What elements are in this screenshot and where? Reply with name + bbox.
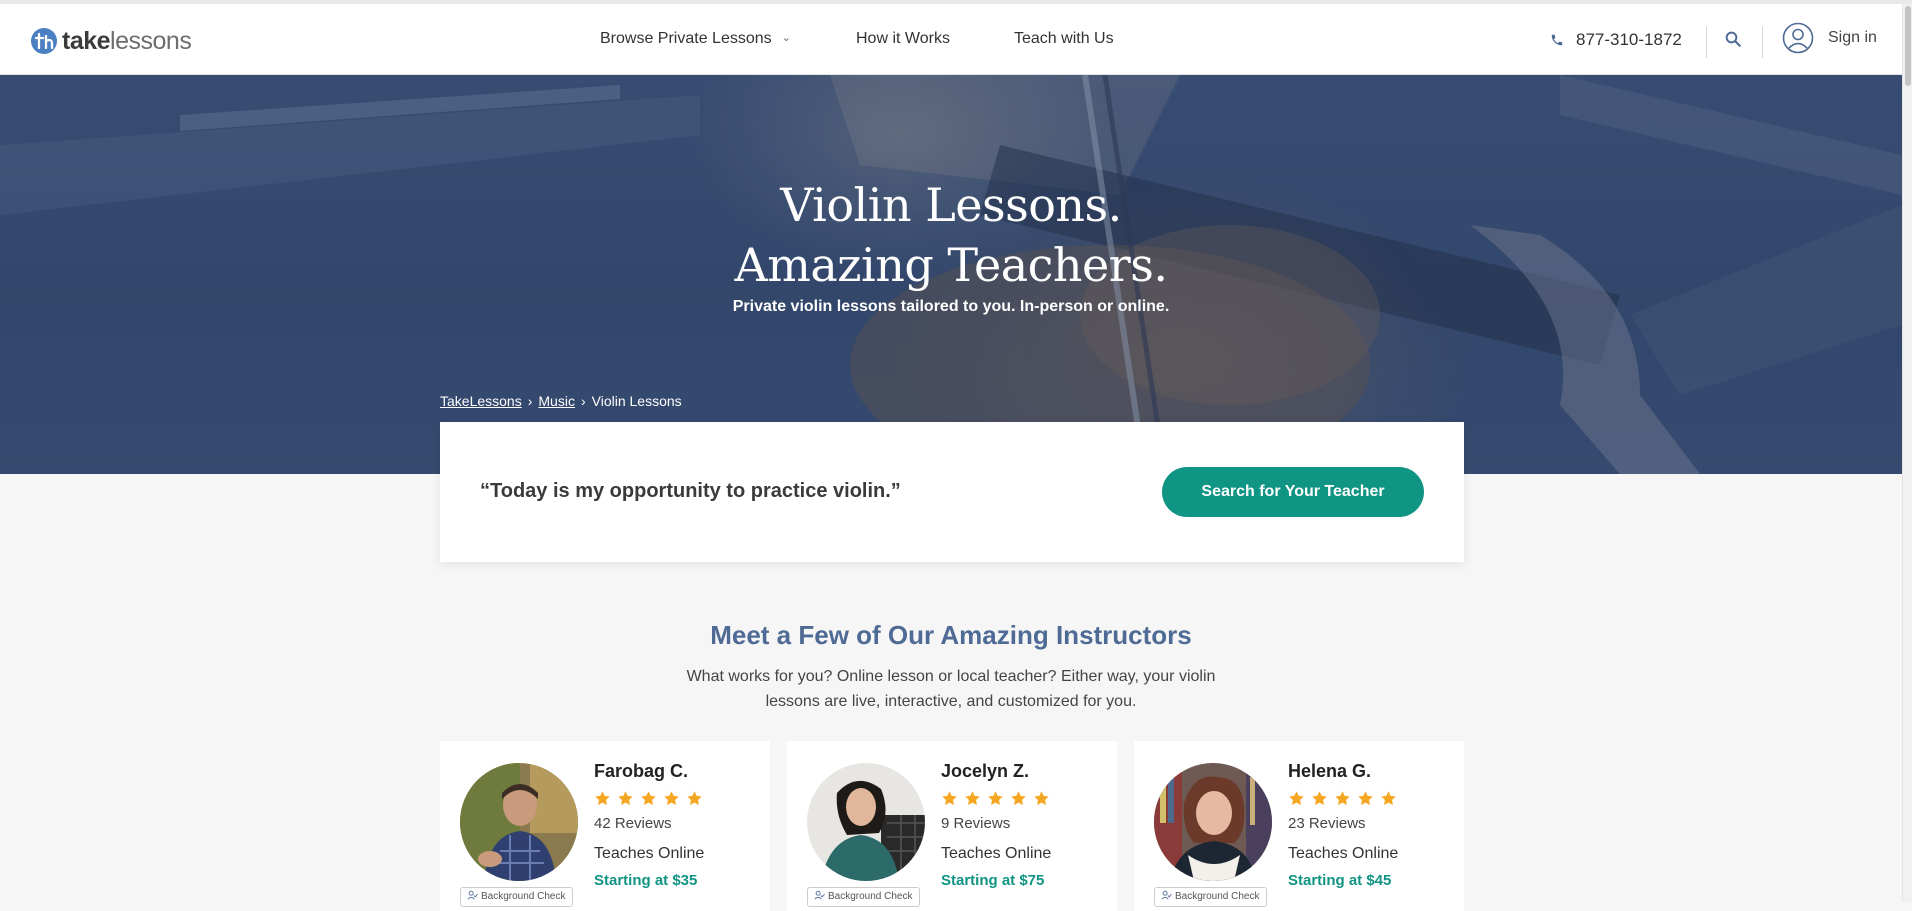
background-check-badge: Background Check [1154, 887, 1267, 907]
star-icon [1011, 791, 1026, 806]
hero-subtitle: Private violin lessons tailored to you. … [732, 298, 1170, 315]
nav-browse-private-lessons[interactable]: Browse Private Lessons ⌄ [600, 30, 791, 48]
starting-price: Starting at $75 [941, 872, 1045, 889]
star-icon [1034, 791, 1049, 806]
teaching-mode: Teaches Online [594, 845, 705, 862]
star-rating [941, 790, 1050, 807]
instructor-avatar[interactable] [460, 763, 578, 881]
user-account-icon [1782, 22, 1814, 54]
hero-title: Violin Lessons. Amazing Teachers. [0, 175, 1902, 295]
breadcrumb: TakeLessons › Music › Violin Lessons [440, 393, 682, 409]
nav-how-it-works[interactable]: How it Works [856, 30, 950, 48]
takelessons-logo[interactable]: takelessons [30, 24, 192, 58]
phone-number: 877-310-1872 [1576, 30, 1682, 49]
hero-banner: Violin Lessons. Amazing Teachers. Privat… [0, 75, 1902, 474]
background-check-label: Background Check [481, 891, 566, 902]
instructor-card[interactable]: Background Check Farobag C. 42 Reviews T… [440, 741, 770, 911]
breadcrumb-separator: › [527, 393, 533, 409]
phone-link[interactable]: 877-310-1872 [1550, 30, 1682, 50]
star-icon [988, 791, 1003, 806]
teaching-mode: Teaches Online [941, 845, 1052, 862]
sign-in-link[interactable]: Sign in [1782, 22, 1877, 54]
star-icon [641, 791, 656, 806]
instructors-heading: Meet a Few of Our Amazing Instructors [710, 620, 1192, 650]
instructor-card[interactable]: Background Check Helena G. 23 Reviews Te… [1134, 741, 1464, 911]
search-button[interactable] [1724, 30, 1744, 50]
instructor-avatar[interactable] [807, 763, 925, 881]
star-icon [1312, 791, 1327, 806]
instructors-description: What works for you? Online lesson or loc… [686, 668, 1216, 710]
quote-text: “Today is my opportunity to practice vio… [480, 480, 901, 502]
logo-wordmark: takelessons [62, 26, 192, 55]
star-icon [942, 791, 957, 806]
star-icon [687, 791, 702, 806]
star-icon [1289, 791, 1304, 806]
instructor-card[interactable]: Background Check Jocelyn Z. 9 Reviews Te… [787, 741, 1117, 911]
site-header: takelessons Browse Private Lessons ⌄ How … [0, 4, 1902, 75]
search-for-teacher-button[interactable]: Search for Your Teacher [1162, 467, 1424, 517]
user-check-icon [1161, 890, 1172, 900]
star-icon [664, 791, 679, 806]
star-icon [965, 791, 980, 806]
hero-title-line-1: Violin Lessons. [780, 178, 1122, 232]
star-icon [1381, 791, 1396, 806]
instructor-name[interactable]: Farobag C. [594, 761, 688, 782]
instructor-name[interactable]: Helena G. [1288, 761, 1371, 782]
review-count: 23 Reviews [1288, 815, 1366, 832]
review-count: 9 Reviews [941, 815, 1011, 832]
chevron-down-icon: ⌄ [781, 32, 791, 44]
breadcrumb-separator: › [580, 393, 586, 409]
star-icon [1335, 791, 1350, 806]
breadcrumb-current: Violin Lessons [591, 393, 682, 409]
review-count: 42 Reviews [594, 815, 672, 832]
teaching-mode: Teaches Online [1288, 845, 1399, 862]
header-divider [1762, 26, 1763, 58]
nav-teach-label: Teach with Us [1014, 30, 1114, 47]
hero-title-line-2: Amazing Teachers. [734, 238, 1169, 292]
breadcrumb-music[interactable]: Music [538, 393, 575, 409]
phone-icon [1551, 34, 1563, 46]
breadcrumb-takelessons[interactable]: TakeLessons [440, 393, 522, 409]
star-rating [1288, 790, 1397, 807]
nav-browse-label: Browse Private Lessons [600, 30, 772, 47]
nav-teach-with-us[interactable]: Teach with Us [1014, 30, 1114, 48]
star-icon [618, 791, 633, 806]
background-check-label: Background Check [1175, 891, 1260, 902]
starting-price: Starting at $35 [594, 872, 698, 889]
logo-mark-icon [30, 27, 58, 55]
search-icon [1725, 31, 1741, 47]
background-check-label: Background Check [828, 891, 913, 902]
instructor-name[interactable]: Jocelyn Z. [941, 761, 1029, 782]
star-icon [595, 791, 610, 806]
sign-in-label: Sign in [1828, 29, 1877, 46]
header-divider [1706, 26, 1707, 58]
user-check-icon [467, 890, 478, 900]
instructor-avatar[interactable] [1154, 763, 1272, 881]
star-rating [594, 790, 703, 807]
user-check-icon [814, 890, 825, 900]
page-scrollbar[interactable] [1902, 4, 1912, 902]
scrollbar-thumb[interactable] [1905, 6, 1911, 86]
starting-price: Starting at $45 [1288, 872, 1392, 889]
background-check-badge: Background Check [460, 887, 573, 907]
quote-card: “Today is my opportunity to practice vio… [440, 422, 1464, 562]
nav-how-it-works-label: How it Works [856, 30, 950, 47]
background-check-badge: Background Check [807, 887, 920, 907]
star-icon [1358, 791, 1373, 806]
